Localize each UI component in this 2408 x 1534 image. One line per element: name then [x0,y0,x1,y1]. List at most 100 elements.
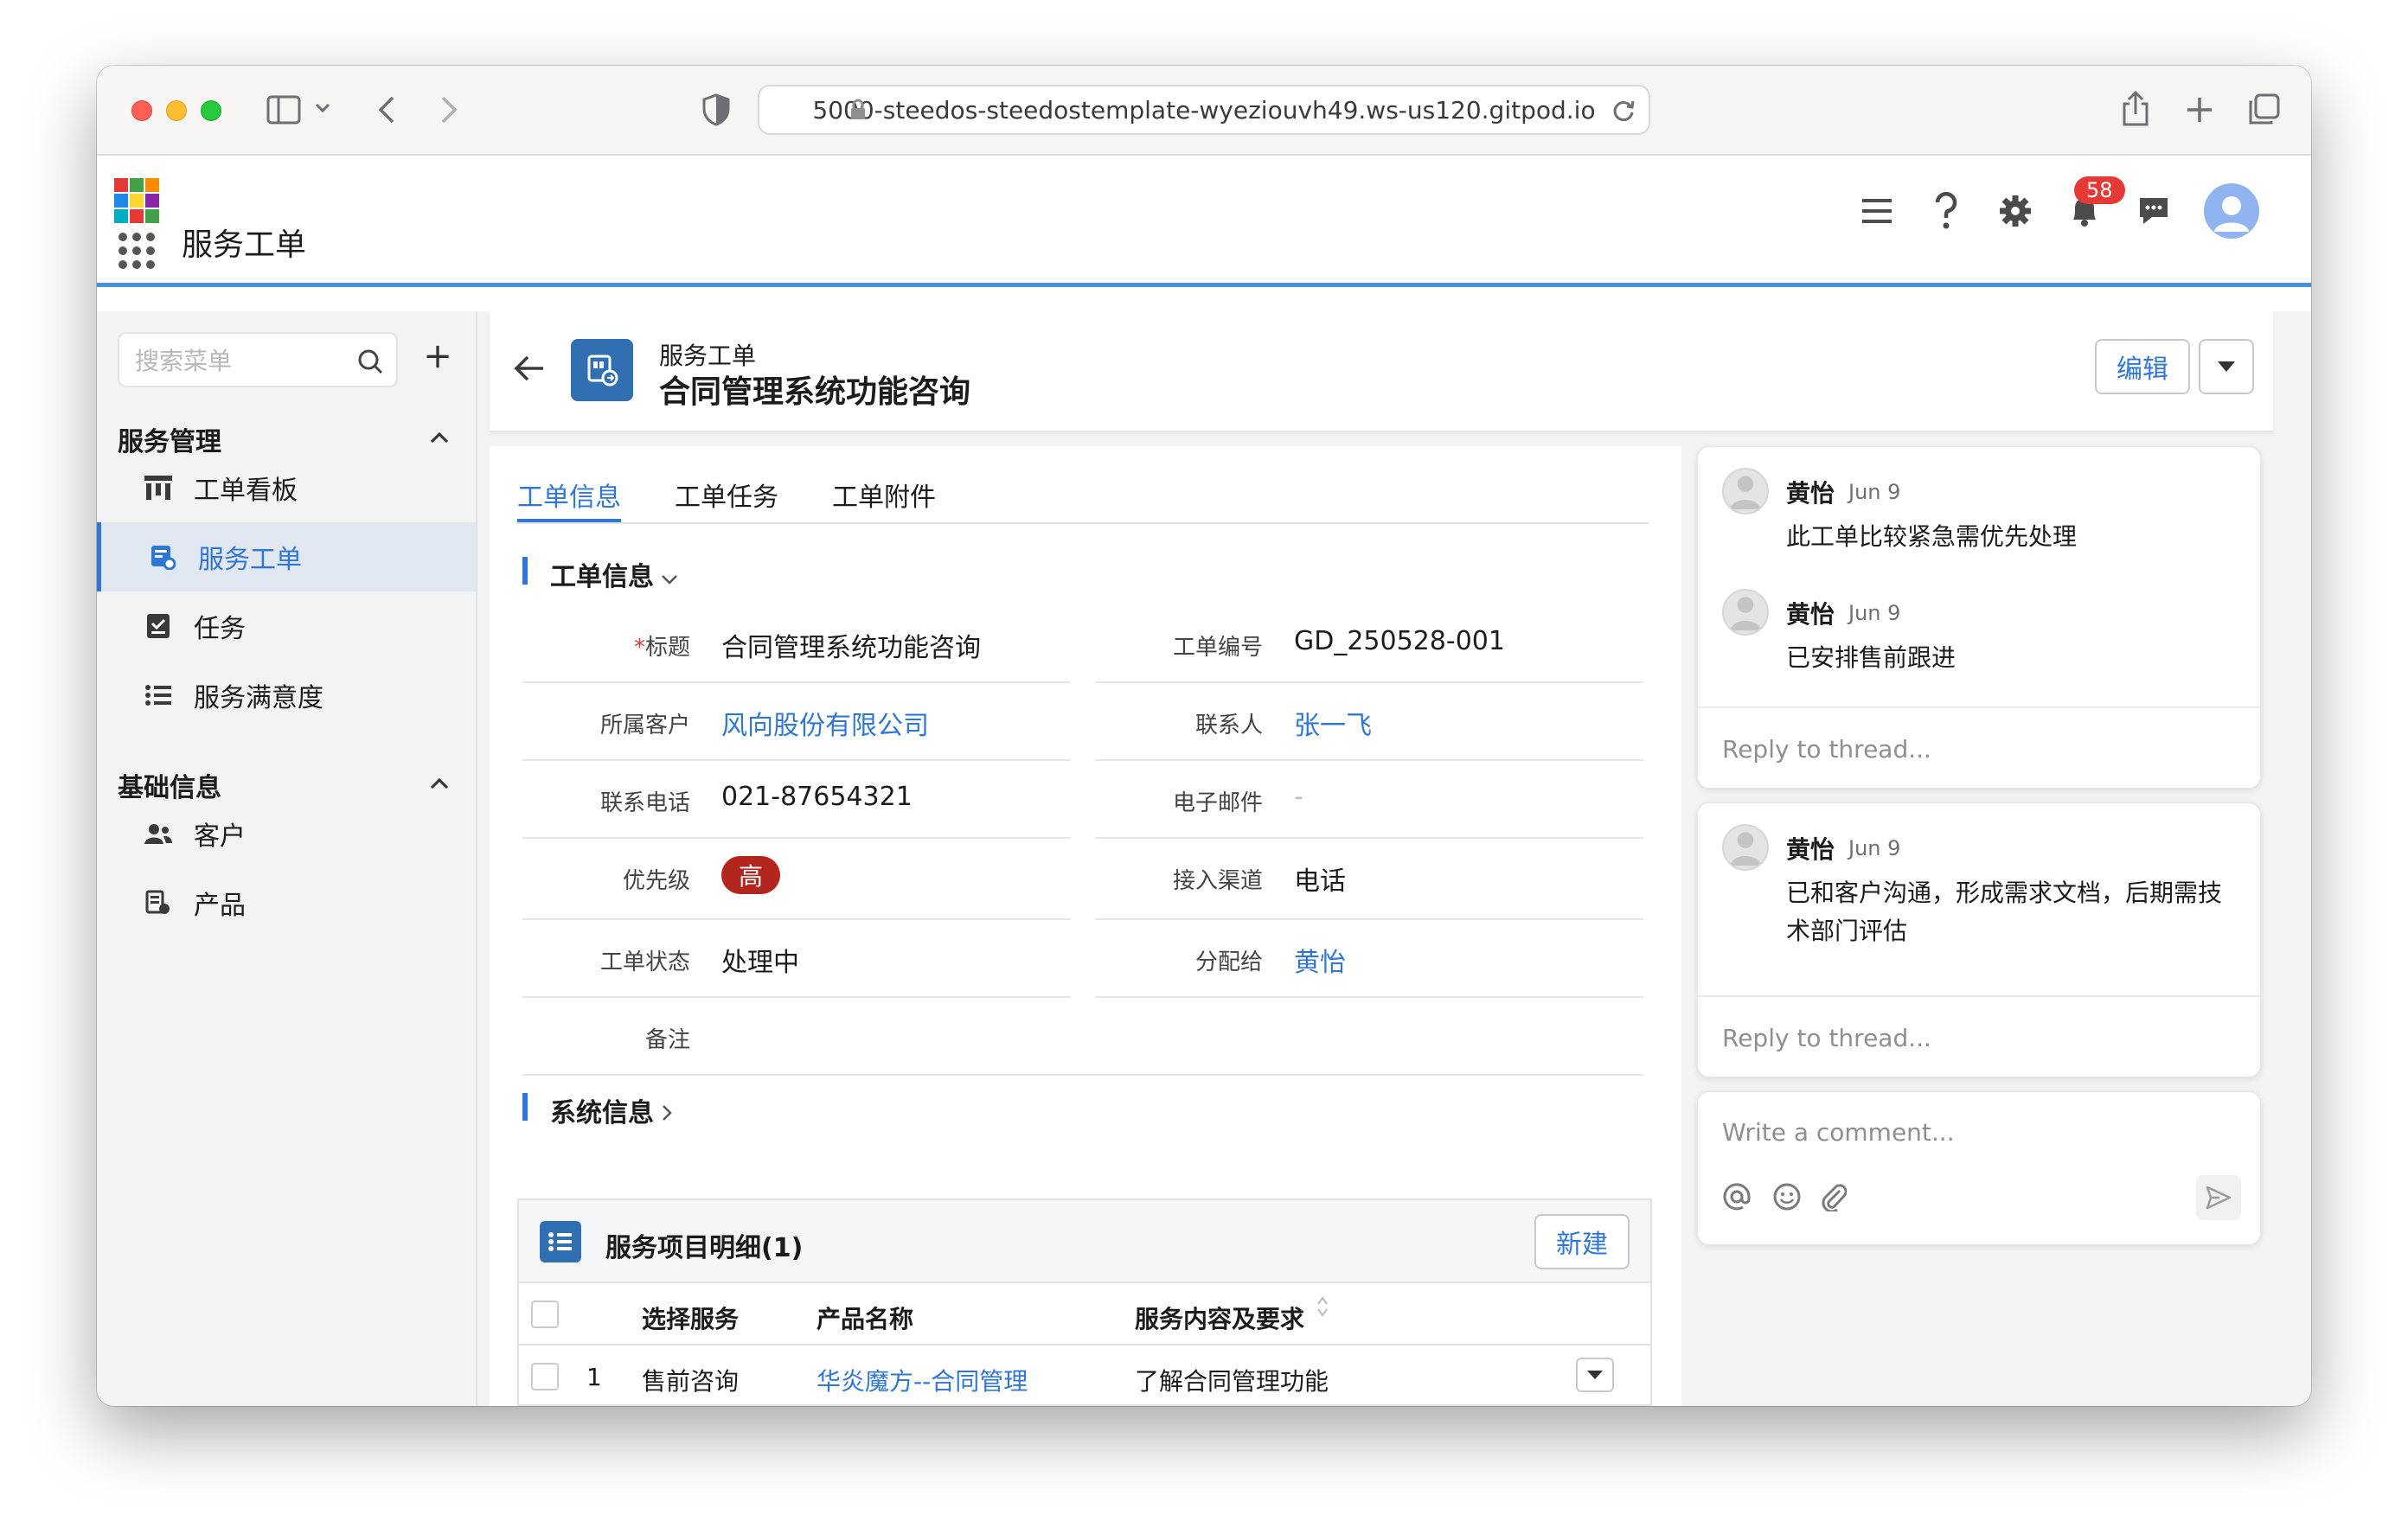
comment-composer[interactable]: Write a comment... [1697,1091,2261,1245]
field-label: *标题 [633,635,690,661]
field-customer: 所属客户 风向股份有限公司 [522,683,1071,761]
share-icon[interactable] [2121,90,2150,128]
header-actions: 58 [1858,176,2259,239]
table-header: 选择服务 产品名称 服务内容及要求 [519,1283,1650,1345]
sort-icon[interactable] [1316,1295,1329,1324]
row-checkbox[interactable] [531,1363,559,1390]
sidebar-toggle-icon[interactable] [266,95,301,125]
field-status: 工单状态 处理中 [522,920,1071,998]
back-nav-icon[interactable] [377,95,396,125]
comment-input[interactable]: Write a comment... [1722,1118,1955,1147]
menu-search-placeholder: 搜索菜单 [135,347,233,375]
chat-bubble-icon[interactable] [2135,192,2173,230]
add-menu-button[interactable]: + [417,336,458,377]
assignee-link[interactable]: 黄怡 [1294,941,1346,979]
related-list-header: 服务项目明细(1) 新建 [519,1200,1650,1283]
sidebar-item-customer[interactable]: 客户 [97,799,476,868]
field-value: 电话 [1294,866,1346,897]
sidebar-item-label: 客户 [194,821,246,852]
sidebar-item-kanban[interactable]: 工单看板 [97,453,476,522]
field-email: 电子邮件 - [1095,761,1643,839]
new-tab-icon[interactable] [2185,95,2214,125]
tab-ticket-tasks[interactable]: 工单任务 [675,476,778,522]
reply-input[interactable]: Reply to thread... [1698,706,2260,789]
minimize-window-button[interactable] [166,100,187,121]
sidebar: 搜索菜单 + 服务管理 工单看板 服务工单 任务 服务满意度 基础信息 客户 产… [97,311,477,1406]
select-all-checkbox[interactable] [531,1301,559,1328]
customer-link[interactable]: 风向股份有限公司 [721,704,929,742]
maximize-window-button[interactable] [201,100,221,121]
column-header[interactable]: 选择服务 [642,1301,739,1335]
table-row: 1 售前咨询 华炎魔方--合同管理 了解合同管理功能 [519,1345,1650,1406]
menu-icon[interactable] [1858,192,1896,230]
comment-text: 已安排售前跟进 [1786,643,1956,672]
avatar [1722,589,1769,636]
field-value: 高 [721,856,781,894]
search-icon[interactable] [356,348,384,381]
back-arrow-icon[interactable] [514,355,545,386]
field-contact: 联系人 张一飞 [1095,683,1643,761]
send-button[interactable] [2196,1175,2241,1220]
chevron-up-icon[interactable] [429,777,450,794]
chevron-down-icon[interactable] [315,102,330,114]
app-title: 服务工单 [182,227,307,263]
row-actions-button[interactable] [1576,1358,1614,1392]
comment-thread: 黄怡 Jun 9 已和客户沟通，形成需求文档，后期需技术部门评估 Reply t… [1697,802,2261,1077]
chevron-up-icon[interactable] [429,431,450,448]
browser-window: 5000-steedos-steedostemplate-wyeziouvh49… [97,66,2311,1406]
address-bar[interactable]: 5000-steedos-steedostemplate-wyeziouvh49… [758,85,1650,135]
cell-content: 了解合同管理功能 [1135,1367,1329,1396]
field-number: 工单编号 GD_250528-001 [1095,605,1643,683]
avatar [1722,824,1769,871]
row-index: 1 [586,1363,602,1391]
notifications-bell-icon[interactable]: 58 [2065,176,2125,230]
field-label: 电子邮件 [1172,790,1263,816]
sidebar-item-service-ticket[interactable]: 服务工单 [97,522,476,591]
sidebar-item-label: 服务工单 [198,545,302,575]
detail-panel: 工单信息 工单任务 工单附件 工单信息 *标题 合同管理系统功能咨询 工单编号 … [490,446,1681,1406]
sidebar-item-task[interactable]: 任务 [97,591,476,661]
column-header[interactable]: 服务内容及要求 [1135,1301,1304,1335]
app-header: 58 服务工单 [97,157,2311,287]
field-priority: 优先级 高 [522,839,1071,920]
column-header[interactable]: 产品名称 [817,1301,913,1335]
brand-logo[interactable] [114,178,159,223]
sidebar-item-label: 产品 [194,891,246,921]
sidebar-item-satisfaction[interactable]: 服务满意度 [97,661,476,730]
tab-ticket-info[interactable]: 工单信息 [517,476,621,522]
service-ticket-object-icon [571,339,633,401]
sidebar-item-product[interactable]: 产品 [97,868,476,937]
close-window-button[interactable] [131,100,152,121]
record-header: 服务工单 合同管理系统功能咨询 编辑 [490,311,2273,432]
cell-product-link[interactable]: 华炎魔方--合同管理 [817,1363,1028,1397]
list-object-icon [540,1221,581,1262]
lock-icon [849,99,867,127]
reply-input[interactable]: Reply to thread... [1698,995,2260,1078]
user-avatar[interactable] [2204,183,2259,239]
edit-button[interactable]: 编辑 [2095,339,2190,394]
tab-overview-icon[interactable] [2247,93,2280,126]
reload-icon[interactable] [1611,97,1636,130]
menu-search-input[interactable]: 搜索菜单 [118,332,398,387]
field-label: 联系电话 [599,790,690,816]
field-value: 合同管理系统功能咨询 [721,633,981,663]
more-actions-button[interactable] [2199,339,2254,394]
section-system-info[interactable]: 系统信息 [522,1091,673,1129]
tab-ticket-attachments[interactable]: 工单附件 [832,476,936,522]
settings-gear-icon[interactable] [1996,192,2034,230]
new-button[interactable]: 新建 [1534,1214,1630,1269]
privacy-shield-icon[interactable] [702,93,730,126]
comment-text: 已和客户沟通，形成需求文档，后期需技术部门评估 [1786,879,2223,945]
emoji-icon[interactable] [1772,1182,1802,1215]
mention-icon[interactable] [1722,1182,1752,1215]
field-label: 分配给 [1194,949,1263,975]
contact-link[interactable]: 张一飞 [1294,704,1372,742]
avatar [1722,468,1769,515]
field-value: 021-87654321 [721,782,913,812]
main-content: 服务工单 合同管理系统功能咨询 编辑 工单信息 工单任务 工单附件 工单信息 *… [477,311,2311,1406]
section-ticket-info[interactable]: 工单信息 [522,555,678,593]
help-icon[interactable] [1927,192,1965,230]
field-title: *标题 合同管理系统功能咨询 [522,605,1071,683]
attachment-paperclip-icon[interactable] [1821,1182,1848,1215]
forward-nav-icon[interactable] [439,95,458,125]
